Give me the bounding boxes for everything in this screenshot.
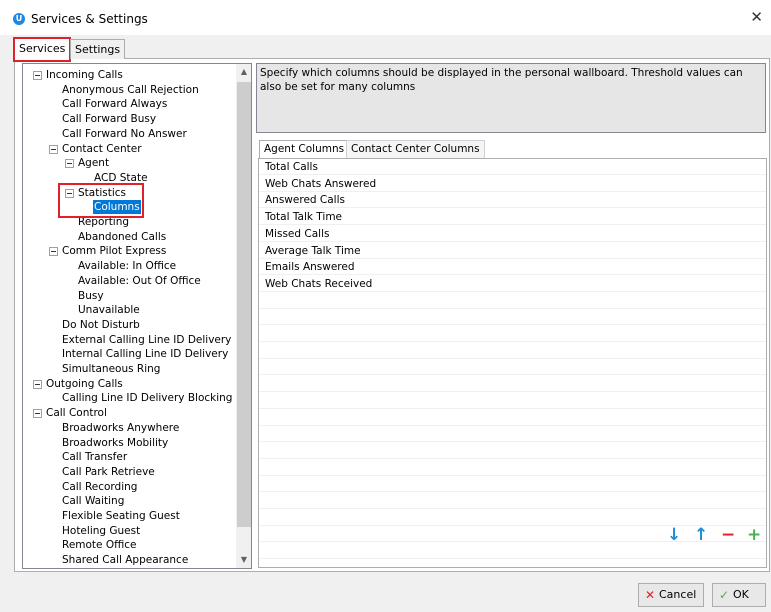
tree-item-label: Available: In Office (78, 260, 177, 273)
list-item (259, 526, 766, 543)
tree-item-label: Busy (78, 289, 104, 302)
list-item (259, 543, 766, 560)
tree-item-label: Shared Call Appearance (62, 554, 189, 567)
window-title: Services & Settings (31, 12, 148, 26)
tab-contact-center-columns[interactable]: Contact Center Columns (346, 140, 485, 158)
tree-item-label: Flexible Seating Guest (62, 510, 180, 522)
scroll-down-icon[interactable]: ▼ (236, 552, 251, 568)
tree-item-label: Broadworks Mobility (62, 436, 169, 449)
collapse-icon[interactable] (33, 379, 42, 389)
move-down-icon[interactable]: ↓ (667, 527, 681, 544)
tree-item-label: Call Forward Always (62, 98, 168, 111)
list-item (259, 510, 766, 526)
collapse-icon[interactable] (49, 247, 58, 257)
list-item[interactable]: Missed Calls (259, 226, 766, 242)
tree-item-label: Available: Out Of Office (78, 274, 201, 287)
collapse-icon[interactable] (65, 159, 74, 169)
cancel-button[interactable]: ✕ Cancel (638, 583, 704, 607)
list-item[interactable]: Average Talk Time (259, 243, 766, 259)
tab-services[interactable]: Services (13, 37, 72, 62)
collapse-icon[interactable] (33, 409, 42, 419)
remove-icon[interactable]: − (721, 527, 735, 544)
tree-item-label: Call Transfer (62, 451, 128, 464)
collapse-icon[interactable] (49, 144, 58, 154)
list-item (259, 393, 766, 409)
tree-item-label: Contact Center (62, 142, 142, 155)
list-item[interactable]: Web Chats Received (259, 276, 766, 292)
list-item (259, 460, 766, 476)
tree-item-label: Do Not Disturb (62, 318, 140, 331)
tree-item-label: Hoteling Guest (62, 524, 141, 537)
tree-item-label: External Calling Line ID Delivery (62, 333, 232, 346)
cancel-label: Cancel (659, 588, 697, 601)
tree-item-label: Call Forward Busy (62, 113, 157, 126)
list-item (259, 343, 766, 359)
tab-settings[interactable]: Settings (70, 39, 126, 59)
list-item[interactable]: Answered Calls (259, 192, 766, 209)
tree-item-label: Comm Pilot Express (62, 245, 167, 258)
tree-item-label: Call Waiting (62, 495, 125, 508)
tree-item-label: Call Recording (62, 480, 138, 493)
tree-item-label: Call Control (46, 407, 107, 420)
list-item[interactable]: Total Calls (259, 159, 766, 175)
tree-item-label: Unavailable (78, 304, 140, 317)
list-item (259, 410, 766, 426)
tree-item-label: Call Forward No Answer (62, 127, 187, 140)
cancel-icon: ✕ (645, 588, 656, 602)
tree-item-label: Simultaneous Ring (62, 363, 161, 375)
title-bar: U Services & Settings ✕ (0, 0, 771, 35)
close-icon[interactable]: ✕ (750, 8, 763, 26)
list-item (259, 426, 766, 443)
add-icon[interactable]: + (747, 527, 761, 544)
tree-item-label: Incoming Calls (46, 69, 123, 81)
scroll-up-icon[interactable]: ▲ (236, 64, 251, 80)
ok-button[interactable]: ✓ OK (712, 583, 766, 607)
app-logo-icon: U (13, 13, 25, 25)
list-item[interactable]: Total Talk Time (259, 209, 766, 226)
list-item (259, 359, 766, 376)
list-item (259, 293, 766, 309)
list-item (259, 376, 766, 393)
collapse-icon[interactable] (33, 71, 42, 80)
list-item (259, 326, 766, 342)
columns-list: Total Calls Web Chats Answered Answered Ca… (258, 158, 767, 568)
list-item (259, 493, 766, 509)
tree-item-label: Call Park Retrieve (62, 465, 155, 478)
list-item (259, 476, 766, 493)
services-tree: Incoming Calls Anonymous Call Rejection Ca… (22, 63, 252, 569)
description-panel: Specify which columns should be displaye… (256, 63, 766, 133)
scroll-thumb[interactable] (237, 82, 251, 527)
tree-item-label: Abandoned Calls (78, 230, 167, 243)
ok-icon: ✓ (719, 588, 730, 602)
ok-label: OK (733, 588, 749, 601)
list-item (259, 443, 766, 459)
tree-item-label: Broadworks Anywhere (62, 421, 180, 434)
tab-agent-columns[interactable]: Agent Columns (259, 140, 350, 158)
tree-item-label: Anonymous Call Rejection (62, 83, 199, 96)
list-item (259, 309, 766, 326)
tree-item-label: Remote Office (62, 539, 137, 552)
tree-item-label: Internal Calling Line ID Delivery (62, 348, 229, 361)
move-up-icon[interactable]: ↑ (694, 527, 708, 544)
tree-scrollbar[interactable]: ▲ ▼ (236, 64, 251, 568)
list-item[interactable]: Emails Answered (259, 259, 766, 276)
tree-item-label: Agent (78, 157, 110, 170)
tree-item-label: Outgoing Calls (46, 377, 123, 390)
tree-item-label: Calling Line ID Delivery Blocking (62, 392, 233, 405)
annotation-highlight (58, 182, 144, 218)
list-item[interactable]: Web Chats Answered (259, 176, 766, 192)
